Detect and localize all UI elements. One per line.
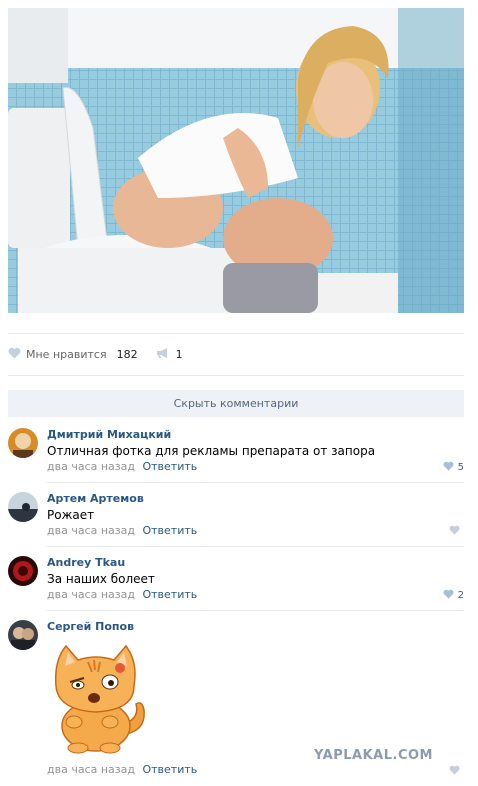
share-button[interactable]: 1 [156,347,183,362]
comment-text: За наших болеет [47,572,155,586]
post-photo[interactable] [8,8,464,313]
comment-time[interactable]: два часа назад [47,763,135,776]
comment-meta: два часа назад Ответить [47,588,197,601]
comment-text: Отличная фотка для рекламы препарата от … [47,444,376,458]
comment-time[interactable]: два часа назад [47,588,135,601]
comment-author[interactable]: Артем Артемов [47,492,457,505]
avatar[interactable] [8,556,38,586]
comment-meta: два часа назад Ответить [47,524,197,537]
post-actions: Мне нравится 182 1 [8,344,201,364]
reply-link[interactable]: Ответить [142,763,197,776]
avatar[interactable] [8,428,38,458]
heart-icon [8,347,21,362]
share-count: 1 [175,347,183,361]
comment-like-button[interactable]: 5 [443,461,464,474]
heart-icon [443,589,454,602]
cat-sticker [48,638,148,754]
reply-link[interactable]: Ответить [142,460,197,473]
comment-time[interactable]: два часа назад [47,460,135,473]
watermark: YAPLAKAL.COM [314,748,433,763]
comment-author[interactable]: Сергей Попов [47,620,457,633]
comment-meta: два часа назад Ответить [47,460,197,473]
comment-like-button[interactable]: 2 [443,589,464,602]
divider [8,375,464,376]
divider [47,610,464,611]
reply-link[interactable]: Ответить [142,588,197,601]
megaphone-icon [156,347,170,362]
comment-like-button[interactable] [449,525,464,538]
divider [47,482,464,483]
comment-author[interactable]: Дмитрий Михацкий [47,428,457,441]
divider [8,333,464,334]
heart-icon [449,525,460,538]
comment: Дмитрий Михацкий Отличная фотка для рекл… [8,428,464,474]
avatar[interactable] [8,492,38,522]
like-button[interactable]: Мне нравится 182 [8,347,138,362]
comment-meta: два часа назад Ответить [47,763,197,776]
heart-icon [443,461,454,474]
comment-like-count: 5 [457,462,464,473]
comment-time[interactable]: два часа назад [47,524,135,537]
like-label: Мне нравится [26,347,107,361]
divider [47,546,464,547]
heart-icon [449,765,460,778]
comment: Артем Артемов Рожает два часа назад Отве… [8,492,464,538]
avatar[interactable] [8,620,38,650]
comment-like-button[interactable] [449,765,464,778]
comment-text: Рожает [47,508,95,522]
hide-comments-button[interactable]: Скрыть комментарии [8,390,464,417]
comment: Andrey Tkau За наших болеет два часа наз… [8,556,464,602]
like-count: 182 [116,347,138,361]
reply-link[interactable]: Ответить [142,524,197,537]
comment-author[interactable]: Andrey Tkau [47,556,457,569]
comment-like-count: 2 [457,590,464,601]
